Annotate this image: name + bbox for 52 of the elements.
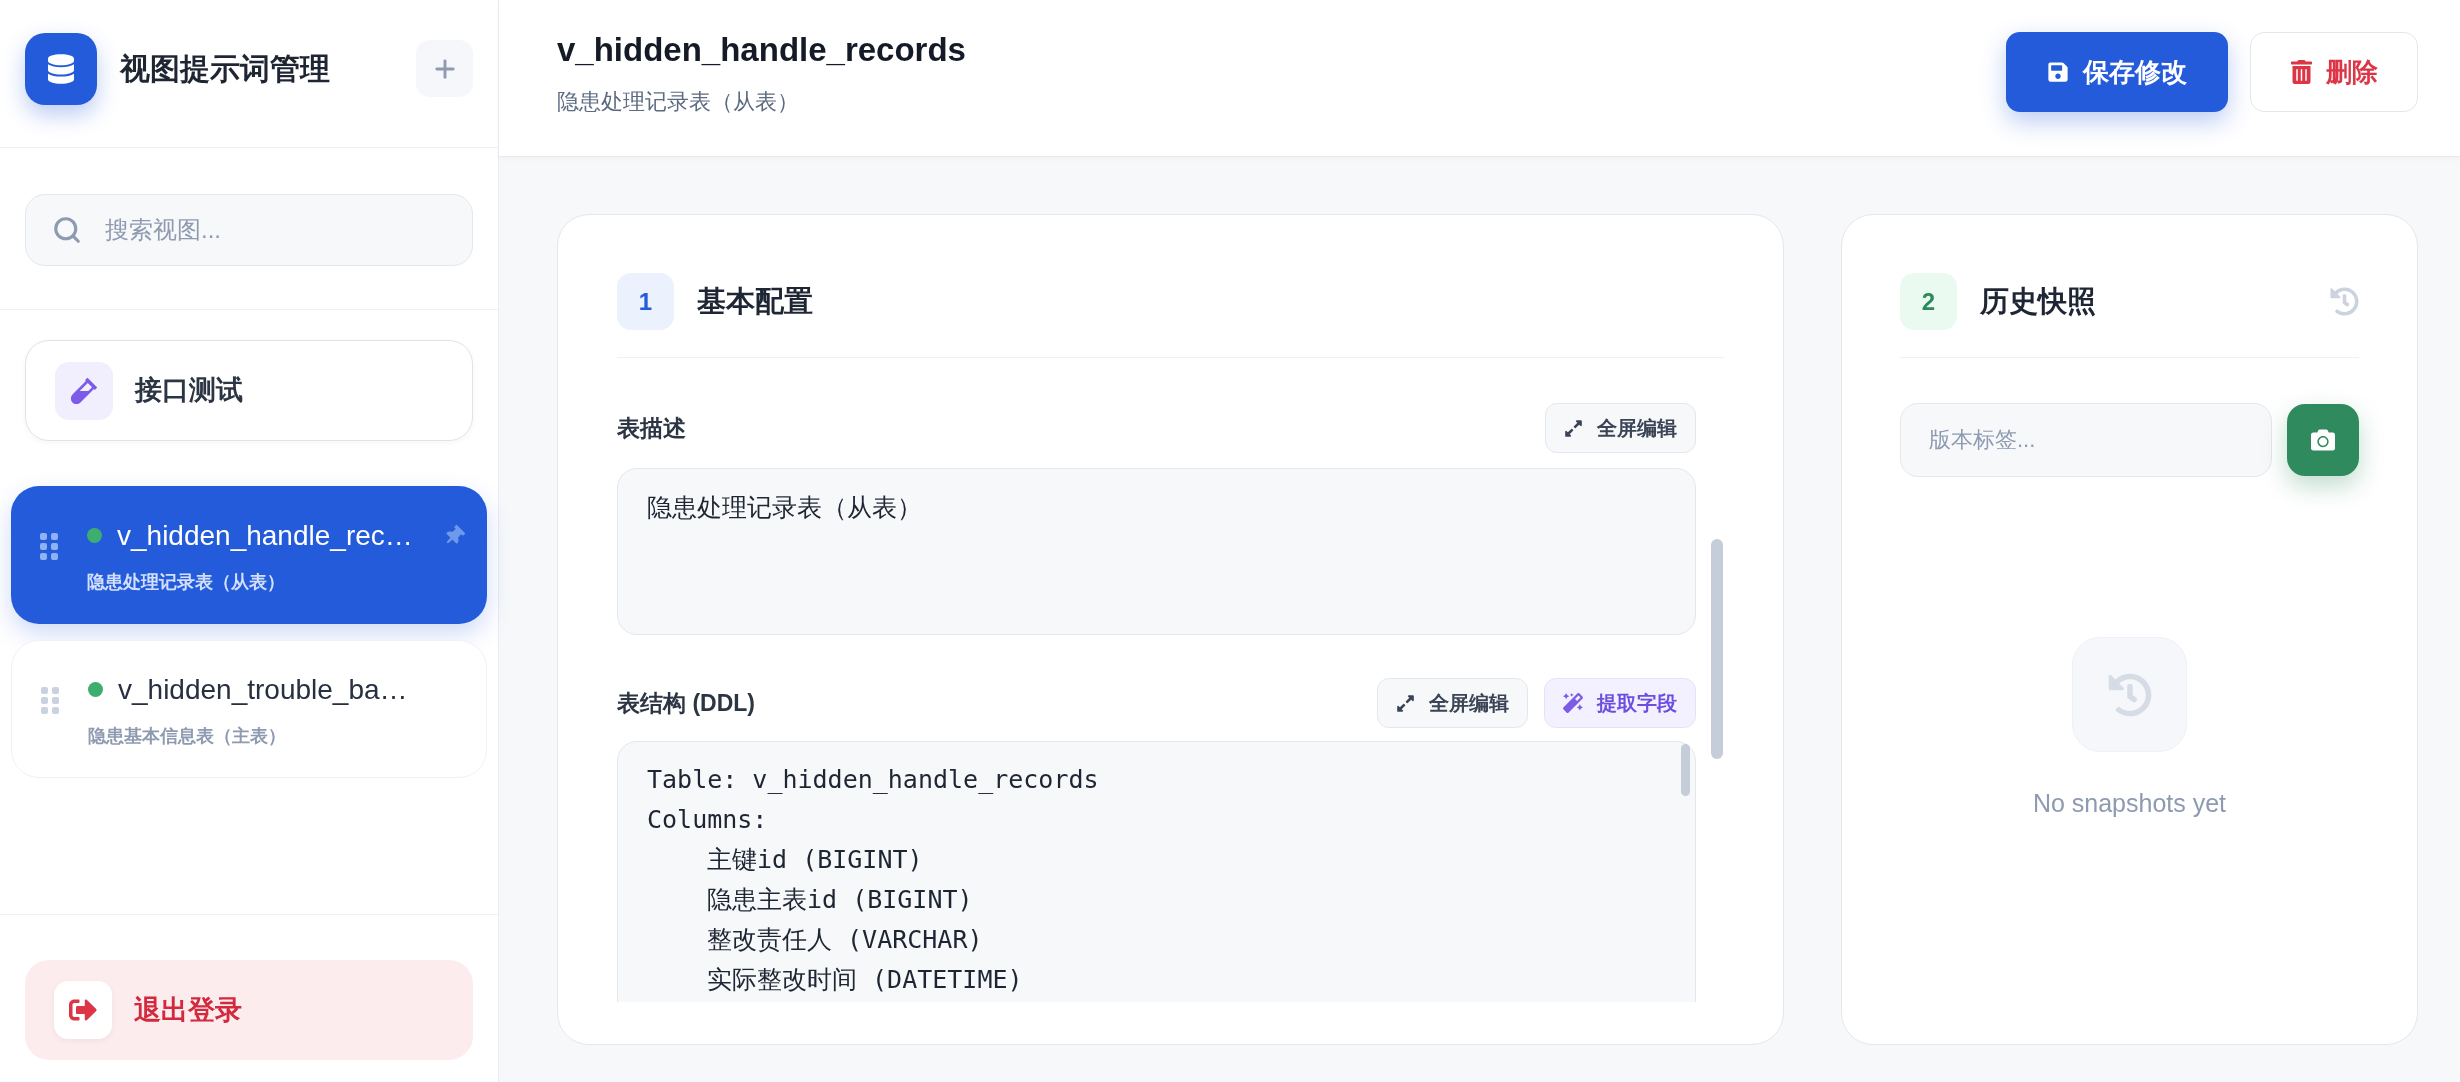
history-icon[interactable]	[2330, 287, 2359, 316]
add-button[interactable]	[416, 40, 473, 97]
empty-history-icon	[2072, 637, 2187, 752]
view-list-item[interactable]: v_hidden_trouble_ba… 隐患基本信息表（主表）	[11, 640, 487, 778]
fullscreen-edit-button[interactable]: 全屏编辑	[1377, 678, 1528, 728]
version-label-field[interactable]: 版本标签...	[1900, 403, 2272, 477]
view-title: v_hidden_handle_records	[557, 30, 966, 70]
view-list-item[interactable]: v_hidden_handle_rec… 隐患处理记录表（从表）	[11, 486, 487, 624]
code-line: Columns:	[647, 804, 768, 836]
ddl-editor[interactable]: Table: v_hidden_handle_records Columns: 主键id (BIGINT) 隐患主表id (BIGINT) 整改责任人 (VARCHAR) 实际整改时间 (DATETIME)	[617, 741, 1696, 1002]
scrollbar-thumb[interactable]	[1681, 744, 1690, 796]
field-label: 表结构 (DDL)	[617, 688, 755, 718]
logout-label: 退出登录	[134, 993, 242, 1027]
panel-title: 基本配置	[697, 283, 813, 319]
view-name: v_hidden_trouble_ba…	[118, 672, 408, 707]
field-label: 表描述	[617, 413, 686, 443]
description-field[interactable]: 隐患处理记录表（从表）	[617, 468, 1696, 635]
save-button[interactable]: 保存修改	[2006, 32, 2228, 112]
view-description: 隐患基本信息表（主表）	[88, 724, 286, 748]
database-logo-icon	[25, 32, 97, 105]
expand-arrows-icon	[1564, 418, 1583, 438]
code-line: 实际整改时间 (DATETIME)	[707, 964, 1023, 996]
api-test-button[interactable]: 接口测试	[25, 340, 473, 441]
step-number: 1	[617, 273, 674, 330]
step-number: 2	[1900, 273, 1957, 330]
drag-handle-icon[interactable]	[41, 686, 59, 714]
code-line: Table: v_hidden_handle_records	[647, 764, 1099, 796]
view-description: 隐患处理记录表（从表）	[87, 570, 285, 594]
extract-fields-button[interactable]: 提取字段	[1544, 678, 1696, 728]
code-line: 主键id (BIGINT)	[707, 844, 923, 876]
trash-icon	[2290, 60, 2312, 84]
delete-button[interactable]: 删除	[2250, 32, 2418, 112]
sign-out-icon	[54, 981, 112, 1039]
scrollbar-thumb[interactable]	[1711, 539, 1723, 759]
magic-wand-icon	[1563, 693, 1583, 713]
view-subtitle: 隐患处理记录表（从表）	[557, 90, 799, 114]
logout-button[interactable]: 退出登录	[25, 960, 473, 1060]
camera-icon	[2310, 428, 2336, 452]
test-tube-icon	[55, 361, 113, 420]
api-test-label: 接口测试	[135, 374, 243, 408]
view-name: v_hidden_handle_rec…	[117, 518, 413, 553]
code-line: 隐患主表id (BIGINT)	[707, 884, 973, 916]
search-field[interactable]: 搜索视图...	[25, 194, 473, 266]
snapshot-button[interactable]	[2287, 404, 2359, 476]
fullscreen-edit-button[interactable]: 全屏编辑	[1545, 403, 1696, 453]
expand-arrows-icon	[1396, 693, 1415, 713]
empty-state-text: No snapshots yet	[2032, 788, 2227, 819]
search-icon	[52, 215, 82, 245]
code-line: 整改责任人 (VARCHAR)	[707, 924, 983, 956]
app-title: 视图提示词管理	[120, 51, 330, 87]
panel-title: 历史快照	[1980, 283, 2096, 319]
drag-handle-icon[interactable]	[40, 532, 58, 560]
